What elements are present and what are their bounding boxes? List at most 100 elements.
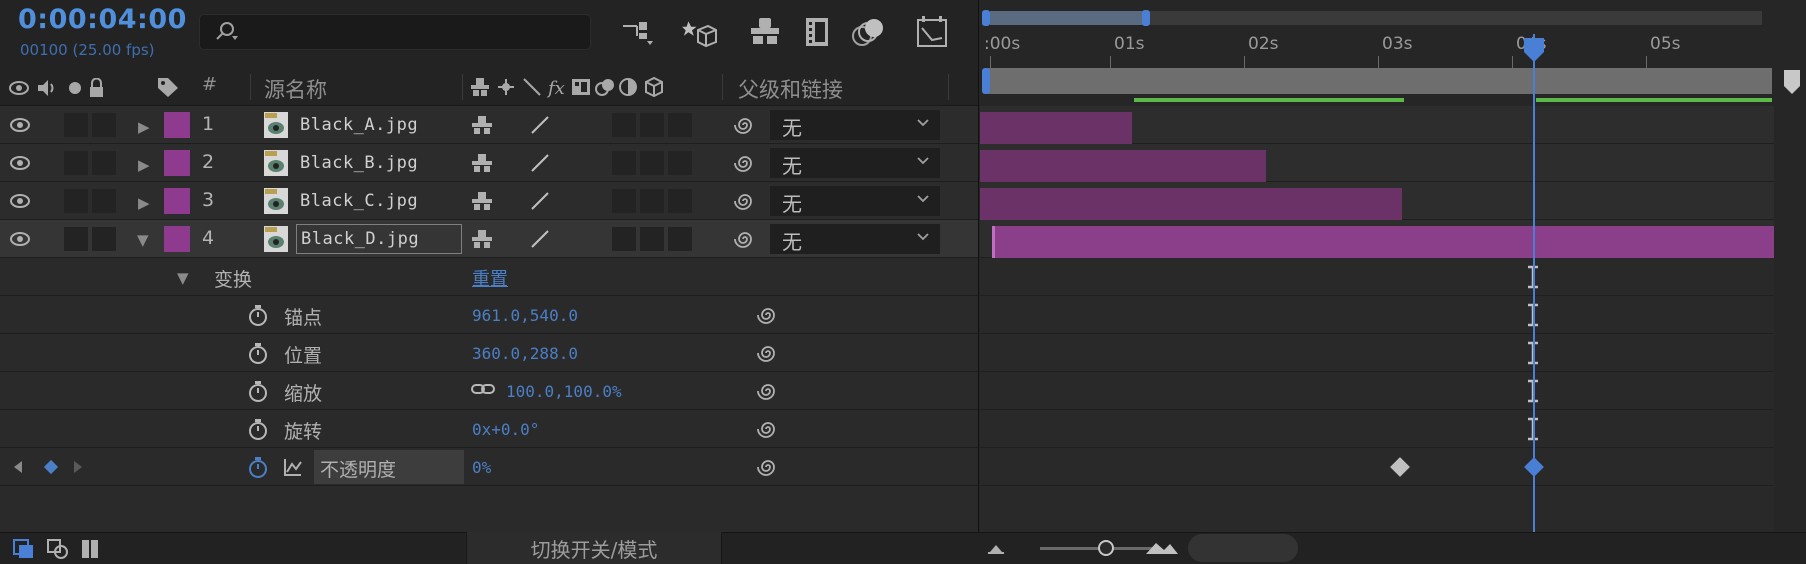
switch-cell[interactable] xyxy=(612,151,636,175)
frame-blending-button[interactable] xyxy=(796,14,836,50)
navigator-end-handle[interactable] xyxy=(1142,10,1150,26)
switch-cell[interactable] xyxy=(640,113,664,137)
pickwhip-icon[interactable] xyxy=(757,418,779,440)
shy-switch-icon[interactable] xyxy=(470,228,494,250)
switch-cell[interactable] xyxy=(668,189,692,213)
layer-name[interactable]: Black_B.jpg xyxy=(300,153,418,173)
stopwatch-icon[interactable] xyxy=(246,303,270,327)
stopwatch-icon[interactable] xyxy=(246,417,270,441)
solo-toggle[interactable] xyxy=(92,189,116,213)
quality-switch-icon[interactable] xyxy=(528,114,552,136)
draft-3d-button[interactable] xyxy=(680,14,720,50)
quality-switch-icon[interactable] xyxy=(528,190,552,212)
pickwhip-icon[interactable] xyxy=(734,190,756,212)
reset-link[interactable]: 重置 xyxy=(472,265,508,291)
transform-group-row[interactable]: ▼ 变换 重置 xyxy=(0,258,978,296)
twirl-right-icon[interactable]: ▶ xyxy=(138,118,150,136)
empty-layer-area[interactable] xyxy=(0,486,978,532)
timeline-track[interactable] xyxy=(980,410,1774,448)
timeline-track[interactable] xyxy=(980,144,1774,182)
composition-flowchart-button[interactable] xyxy=(617,14,657,50)
shy-switch-icon[interactable] xyxy=(470,190,494,212)
quality-switch-icon[interactable] xyxy=(528,228,552,250)
layer-name[interactable]: Black_A.jpg xyxy=(300,115,418,135)
layer-switches-pane-icon[interactable] xyxy=(12,538,36,560)
layer-row[interactable]: ▶ 1 Black_A.jpg 无 xyxy=(0,106,978,144)
pickwhip-icon[interactable] xyxy=(734,228,756,250)
eye-icon[interactable] xyxy=(9,115,31,135)
switch-cell[interactable] xyxy=(668,227,692,251)
layer-duration-bar[interactable] xyxy=(980,150,1266,182)
property-row-anchor[interactable]: 锚点 961.0,540.0 xyxy=(0,296,978,334)
twirl-down-icon[interactable]: ▼ xyxy=(177,269,189,287)
pickwhip-icon[interactable] xyxy=(757,304,779,326)
eye-icon[interactable] xyxy=(9,191,31,211)
current-time-indicator[interactable] xyxy=(1533,34,1535,532)
stopwatch-icon[interactable] xyxy=(246,379,270,403)
zoom-out-icon[interactable] xyxy=(986,540,1006,556)
pickwhip-icon[interactable] xyxy=(757,342,779,364)
property-row-rotation[interactable]: 旋转 0x+0.0° xyxy=(0,410,978,448)
zoom-in-icon[interactable] xyxy=(1144,538,1180,558)
switch-cell[interactable] xyxy=(612,113,636,137)
layer-duration-bar-selected[interactable] xyxy=(992,226,1774,258)
layer-duration-bar[interactable] xyxy=(980,112,1132,144)
graph-icon[interactable] xyxy=(282,456,304,478)
property-value[interactable]: 0x+0.0° xyxy=(472,420,539,439)
timeline-track[interactable] xyxy=(980,296,1774,334)
twirl-down-icon[interactable]: ▼ xyxy=(137,231,149,249)
pickwhip-icon[interactable] xyxy=(734,152,756,174)
solo-toggle[interactable] xyxy=(92,227,116,251)
timeline-track[interactable] xyxy=(980,106,1774,144)
timeline-track[interactable] xyxy=(980,258,1774,296)
stopwatch-icon[interactable] xyxy=(246,341,270,365)
switch-cell[interactable] xyxy=(612,227,636,251)
zoom-slider[interactable] xyxy=(1040,532,1160,564)
parent-dropdown[interactable]: 无 xyxy=(770,148,940,178)
timeline-track[interactable] xyxy=(980,182,1774,220)
work-area-end-marker[interactable] xyxy=(1784,70,1800,94)
audio-toggle[interactable] xyxy=(64,113,88,137)
shy-switch-icon[interactable] xyxy=(470,152,494,174)
switch-cell[interactable] xyxy=(612,189,636,213)
navigator-start-handle[interactable] xyxy=(982,10,990,26)
audio-toggle[interactable] xyxy=(64,189,88,213)
timeline-track[interactable] xyxy=(980,372,1774,410)
time-navigator-thumb[interactable] xyxy=(990,11,1144,25)
property-value[interactable]: 0% xyxy=(472,458,491,477)
layer-label-color[interactable] xyxy=(164,226,190,252)
pickwhip-icon[interactable] xyxy=(757,456,779,478)
shy-layers-button[interactable] xyxy=(745,14,785,50)
audio-toggle[interactable] xyxy=(64,227,88,251)
stopwatch-active-icon[interactable] xyxy=(246,455,270,479)
timeline-empty[interactable] xyxy=(980,486,1774,532)
switch-cell[interactable] xyxy=(668,151,692,175)
layer-row[interactable]: ▶ 3 Black_C.jpg 无 xyxy=(0,182,978,220)
switch-cell[interactable] xyxy=(640,227,664,251)
column-source-name[interactable]: 源名称 xyxy=(264,74,327,104)
parent-dropdown[interactable]: 无 xyxy=(770,186,940,216)
layer-name[interactable]: Black_C.jpg xyxy=(300,191,418,211)
eye-icon[interactable] xyxy=(9,229,31,249)
playhead-icon[interactable] xyxy=(1522,36,1546,64)
motion-blur-button[interactable] xyxy=(848,14,888,50)
layer-row[interactable]: ▶ 2 Black_B.jpg 无 xyxy=(0,144,978,182)
layer-row-selected[interactable]: ▼ 4 Black_D.jpg 无 xyxy=(0,220,978,258)
twirl-right-icon[interactable]: ▶ xyxy=(138,156,150,174)
switch-cell[interactable] xyxy=(640,151,664,175)
pickwhip-icon[interactable] xyxy=(734,114,756,136)
eye-icon[interactable] xyxy=(9,153,31,173)
property-row-position[interactable]: 位置 360.0,288.0 xyxy=(0,334,978,372)
property-value[interactable]: 100.0,100.0% xyxy=(506,382,622,401)
solo-toggle[interactable] xyxy=(92,113,116,137)
timeline-track[interactable] xyxy=(980,334,1774,372)
search-input[interactable] xyxy=(199,14,591,50)
pickwhip-icon[interactable] xyxy=(757,380,779,402)
column-parent-link[interactable]: 父级和链接 xyxy=(738,74,843,104)
quality-switch-icon[interactable] xyxy=(528,152,552,174)
layer-duration-bar[interactable] xyxy=(980,188,1402,220)
parent-dropdown[interactable]: 无 xyxy=(770,224,940,254)
layer-label-color[interactable] xyxy=(164,188,190,214)
in-out-pane-icon[interactable] xyxy=(78,538,102,560)
property-row-opacity[interactable]: 不透明度 0% xyxy=(0,448,978,486)
